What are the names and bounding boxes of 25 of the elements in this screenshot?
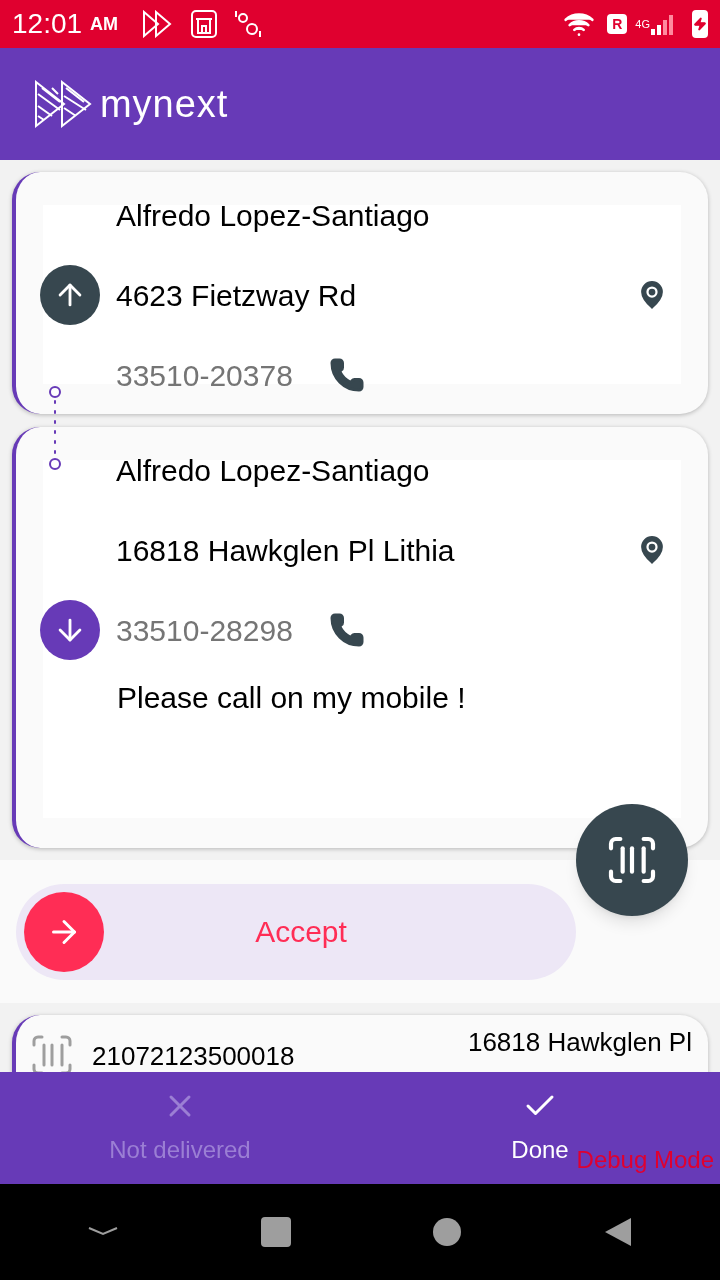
customer-name: Alfredo Lopez-Santiago — [116, 452, 430, 489]
store-icon — [190, 9, 219, 39]
network-type: 4G — [635, 16, 650, 32]
chevron-down-icon[interactable] — [87, 1226, 119, 1238]
logo-text: mynext — [100, 81, 229, 127]
carrier-badge: R — [607, 14, 628, 34]
status-ampm: AM — [90, 12, 119, 36]
battery-icon — [692, 10, 708, 38]
debug-mode-label: Debug Mode — [576, 1145, 714, 1175]
phone-number: 33510-28298 — [116, 612, 293, 649]
phone-number: 33510-20378 — [116, 357, 293, 394]
phone-icon[interactable] — [328, 357, 365, 393]
swipe-accept-button[interactable]: Accept — [16, 883, 576, 980]
parcel-address: 16818 Hawkglen Pl — [467, 1026, 692, 1059]
back-icon[interactable] — [603, 1216, 633, 1248]
delivery-note: Please call on my mobile ! — [117, 680, 466, 716]
address-text: 16818 Hawkglen Pl Lithia — [116, 532, 455, 569]
home-icon[interactable] — [433, 1218, 461, 1246]
address-text: 4623 Fietzway Rd — [116, 277, 357, 314]
swipe-handle[interactable] — [24, 891, 104, 972]
customer-name: Alfredo Lopez-Santiago — [116, 197, 430, 234]
phone-icon[interactable] — [328, 612, 365, 648]
parcel-barcode: 21072123500018 — [92, 1040, 295, 1072]
status-time: 12:01 — [12, 7, 83, 41]
signal-icon — [650, 13, 676, 35]
